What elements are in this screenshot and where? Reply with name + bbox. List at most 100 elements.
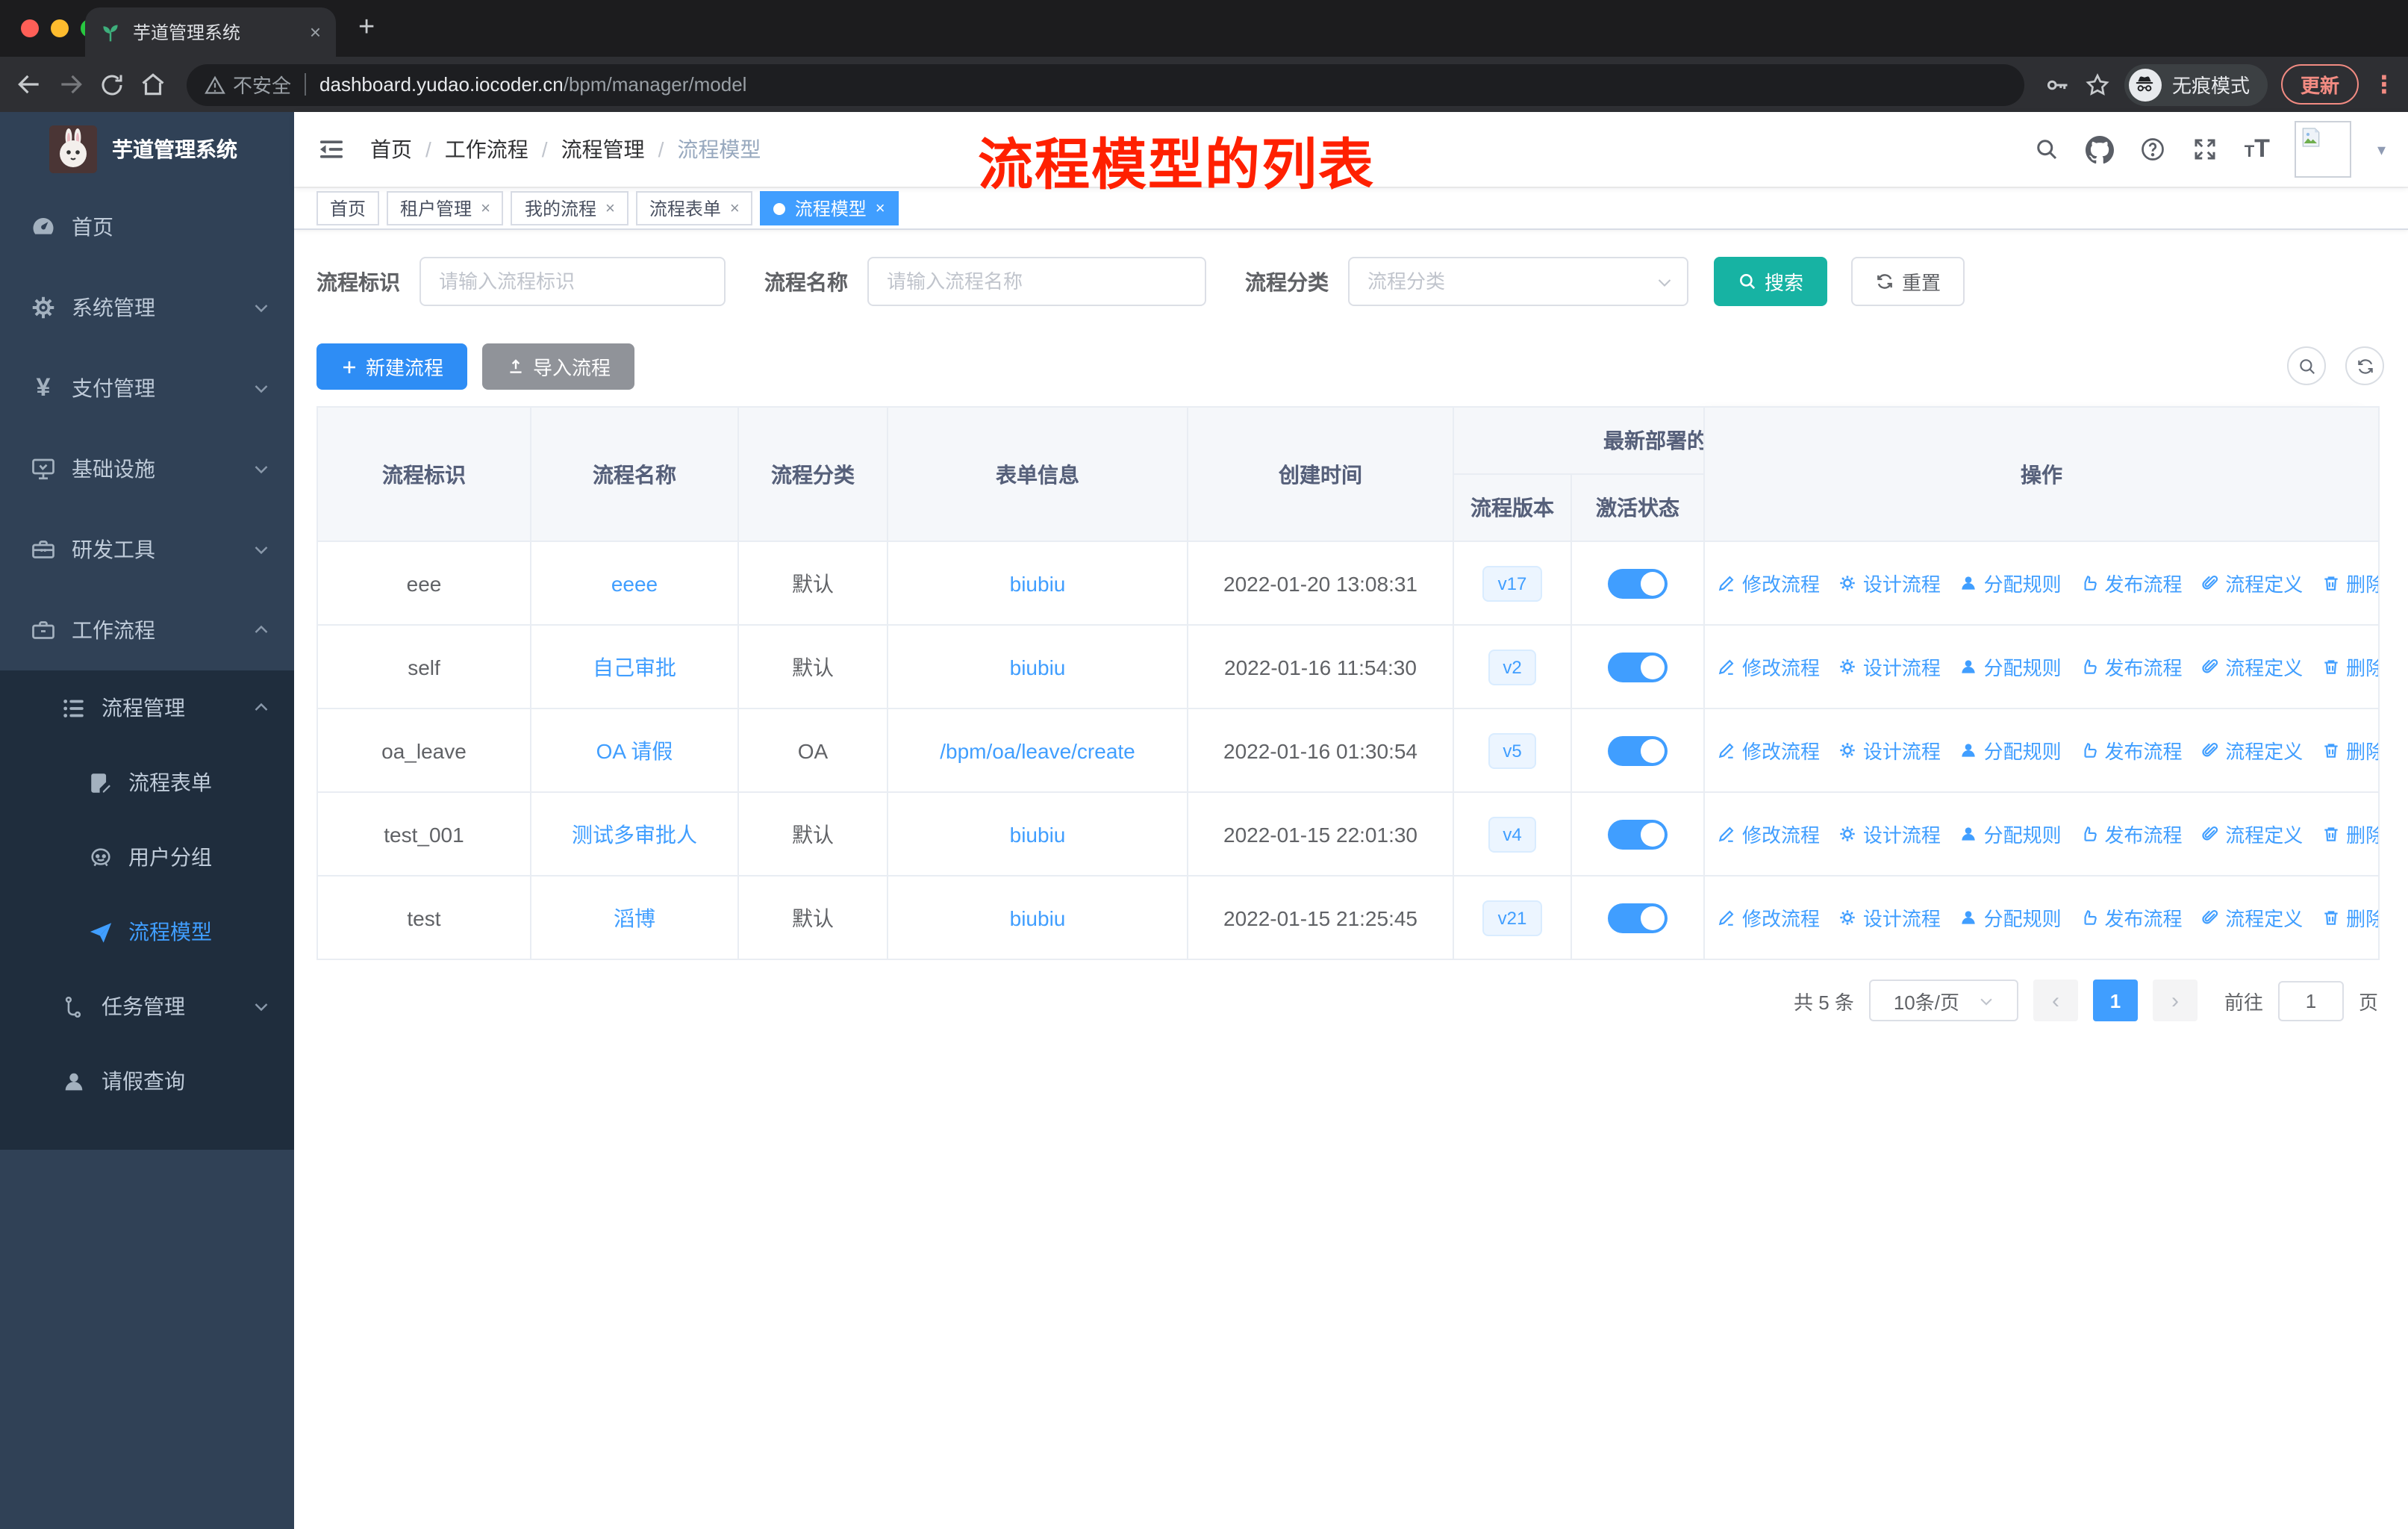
chevron-down-icon[interactable]: ▾ <box>2377 140 2386 159</box>
form-link[interactable]: biubiu <box>1010 822 1066 846</box>
reset-button[interactable]: 重置 <box>1851 257 1965 306</box>
page-number-button[interactable]: 1 <box>2092 980 2138 1021</box>
process-definition-link[interactable]: 流程定义 <box>2200 653 2303 681</box>
assign-rule-link[interactable]: 分配规则 <box>1959 820 2062 848</box>
process-definition-link[interactable]: 流程定义 <box>2200 820 2303 848</box>
sidebar-item-process-model[interactable]: 流程模型 <box>0 894 294 969</box>
search-button[interactable]: 搜索 <box>1714 257 1828 306</box>
sidebar-item-process-management[interactable]: 流程管理 <box>0 670 294 745</box>
breadcrumb-item[interactable]: 流程管理 <box>561 134 645 164</box>
sidebar-item-home[interactable]: 首页 <box>0 187 294 267</box>
close-icon[interactable]: × <box>481 199 490 217</box>
sidebar-item-task-management[interactable]: 任务管理 <box>0 969 294 1044</box>
active-toggle[interactable] <box>1608 652 1668 682</box>
delete-link[interactable]: 删除 <box>2321 820 2377 848</box>
forward-icon[interactable] <box>57 70 85 99</box>
avatar[interactable] <box>2295 121 2352 178</box>
next-page-button[interactable]: › <box>2152 980 2198 1021</box>
tab-close-icon[interactable]: × <box>310 21 321 43</box>
edit-process-link[interactable]: 修改流程 <box>1717 903 1820 932</box>
form-link[interactable]: biubiu <box>1010 906 1066 929</box>
active-toggle[interactable] <box>1608 903 1668 932</box>
sidebar-item-system[interactable]: 系统管理 <box>0 267 294 348</box>
page-size-select[interactable]: 10条/页 <box>1868 980 2018 1021</box>
assign-rule-link[interactable]: 分配规则 <box>1959 736 2062 764</box>
sidebar-item-user-group[interactable]: 用户分组 <box>0 820 294 894</box>
minimize-window-button[interactable] <box>51 19 69 37</box>
sidebar-item-infrastructure[interactable]: 基础设施 <box>0 429 294 509</box>
bookmark-star-icon[interactable] <box>2084 71 2111 98</box>
edit-process-link[interactable]: 修改流程 <box>1717 736 1820 764</box>
tag-home[interactable]: 首页 <box>316 191 380 225</box>
sidebar-item-payment[interactable]: ¥ 支付管理 <box>0 348 294 429</box>
refresh-icon[interactable] <box>2345 346 2384 385</box>
sidebar-item-workflow[interactable]: 工作流程 <box>0 590 294 670</box>
publish-process-link[interactable]: 发布流程 <box>2079 653 2182 681</box>
github-icon[interactable] <box>2086 135 2115 164</box>
design-process-link[interactable]: 设计流程 <box>1838 903 1941 932</box>
toggle-search-icon[interactable] <box>2287 346 2326 385</box>
sidebar-item-devtools[interactable]: 研发工具 <box>0 509 294 590</box>
fullscreen-icon[interactable] <box>2192 136 2219 163</box>
publish-process-link[interactable]: 发布流程 <box>2079 903 2182 932</box>
active-toggle[interactable] <box>1608 568 1668 598</box>
active-toggle[interactable] <box>1608 819 1668 849</box>
browser-tab[interactable]: 芋道管理系统 × <box>85 7 336 57</box>
model-name-link[interactable]: eeee <box>611 571 658 595</box>
close-icon[interactable]: × <box>730 199 740 217</box>
delete-link[interactable]: 删除 <box>2321 736 2377 764</box>
help-icon[interactable] <box>2140 136 2167 163</box>
process-definition-link[interactable]: 流程定义 <box>2200 569 2303 597</box>
publish-process-link[interactable]: 发布流程 <box>2079 820 2182 848</box>
breadcrumb-item[interactable]: 工作流程 <box>445 134 528 164</box>
assign-rule-link[interactable]: 分配规则 <box>1959 653 2062 681</box>
publish-process-link[interactable]: 发布流程 <box>2079 569 2182 597</box>
tag-process-model[interactable]: 流程模型 × <box>760 191 899 225</box>
design-process-link[interactable]: 设计流程 <box>1838 736 1941 764</box>
delete-link[interactable]: 删除 <box>2321 569 2377 597</box>
active-toggle[interactable] <box>1608 735 1668 765</box>
model-name-link[interactable]: OA 请假 <box>596 738 673 762</box>
form-link[interactable]: biubiu <box>1010 655 1066 679</box>
tag-process-form[interactable]: 流程表单 × <box>635 191 753 225</box>
goto-page-input[interactable] <box>2277 980 2344 1021</box>
browser-menu-icon[interactable]: ⋮ <box>2372 69 2396 99</box>
design-process-link[interactable]: 设计流程 <box>1838 653 1941 681</box>
model-name-link[interactable]: 自己审批 <box>593 655 676 679</box>
new-tab-button[interactable]: + <box>358 12 375 45</box>
filter-category-select[interactable] <box>1348 257 1688 306</box>
delete-link[interactable]: 删除 <box>2321 653 2377 681</box>
edit-process-link[interactable]: 修改流程 <box>1717 653 1820 681</box>
publish-process-link[interactable]: 发布流程 <box>2079 736 2182 764</box>
font-size-icon[interactable]: TT <box>2245 134 2270 164</box>
reload-icon[interactable] <box>99 71 125 98</box>
address-bar[interactable]: 不安全 dashboard.yudao.iocoder.cn/bpm/manag… <box>187 63 2024 105</box>
close-window-button[interactable] <box>21 19 39 37</box>
edit-process-link[interactable]: 修改流程 <box>1717 820 1820 848</box>
password-key-icon[interactable] <box>2044 71 2071 98</box>
collapse-sidebar-icon[interactable] <box>316 134 346 164</box>
sidebar-item-leave-query[interactable]: 请假查询 <box>0 1044 294 1118</box>
delete-link[interactable]: 删除 <box>2321 903 2377 932</box>
create-process-button[interactable]: 新建流程 <box>316 343 468 390</box>
filter-name-input[interactable] <box>867 257 1206 306</box>
model-name-link[interactable]: 测试多审批人 <box>572 822 697 846</box>
close-icon[interactable]: × <box>605 199 615 217</box>
sidebar-item-process-form[interactable]: 流程表单 <box>0 745 294 820</box>
process-definition-link[interactable]: 流程定义 <box>2200 736 2303 764</box>
model-name-link[interactable]: 滔博 <box>614 906 655 929</box>
breadcrumb-item[interactable]: 首页 <box>370 134 412 164</box>
search-icon[interactable] <box>2034 136 2061 163</box>
home-icon[interactable] <box>139 70 167 99</box>
assign-rule-link[interactable]: 分配规则 <box>1959 903 2062 932</box>
edit-process-link[interactable]: 修改流程 <box>1717 569 1820 597</box>
filter-id-input[interactable] <box>419 257 726 306</box>
form-link[interactable]: /bpm/oa/leave/create <box>940 738 1135 762</box>
security-indicator[interactable]: 不安全 <box>205 70 291 99</box>
assign-rule-link[interactable]: 分配规则 <box>1959 569 2062 597</box>
form-link[interactable]: biubiu <box>1010 571 1066 595</box>
sidebar-logo[interactable]: 芋道管理系统 <box>0 112 294 187</box>
design-process-link[interactable]: 设计流程 <box>1838 569 1941 597</box>
back-icon[interactable] <box>15 70 43 99</box>
close-icon[interactable]: × <box>876 199 885 217</box>
